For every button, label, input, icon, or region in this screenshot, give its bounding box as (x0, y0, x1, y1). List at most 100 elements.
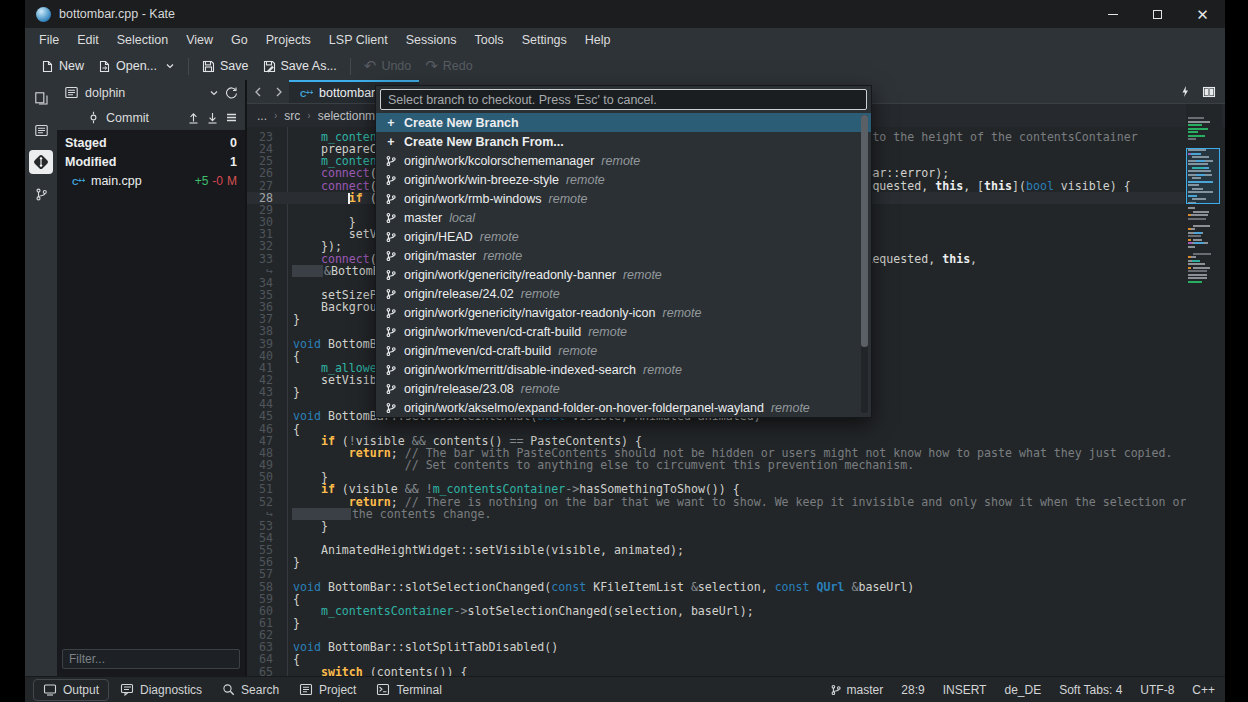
minimap-line (1188, 138, 1196, 140)
minimap-scrollbar[interactable] (1186, 104, 1222, 676)
save-button[interactable]: Save (195, 55, 256, 77)
cpp-file-icon: C++ (71, 174, 85, 188)
branch-item[interactable]: origin/work/merritt/disable-indexed-sear… (376, 360, 871, 379)
documents-panel-icon[interactable] (29, 86, 53, 110)
menu-lsp-client[interactable]: LSP Client (320, 30, 397, 50)
statusbar-project-button[interactable]: Project (290, 680, 365, 700)
branch-item[interactable]: origin/release/24.02remote (376, 284, 871, 303)
statusbar-output-button[interactable]: Output (33, 679, 109, 701)
close-button[interactable]: ✕ (1180, 0, 1225, 28)
breadcrumb-item[interactable]: ... (257, 109, 267, 123)
minimap-viewport[interactable] (1186, 148, 1220, 204)
filter-input[interactable]: Filter... (62, 649, 240, 669)
popup-scrollbar-thumb[interactable] (861, 115, 868, 347)
menu-selection[interactable]: Selection (108, 30, 177, 50)
branch-item[interactable]: origin/work/akselmo/expand-folder-on-hov… (376, 398, 871, 417)
statusbar-item[interactable]: 28:9 (901, 683, 924, 697)
maximize-icon (1153, 10, 1162, 19)
minimap-line (1194, 242, 1204, 244)
branch-item[interactable]: origin/release/23.08remote (376, 379, 871, 398)
branch-icon (385, 326, 397, 338)
menu-help[interactable]: Help (576, 30, 620, 50)
git-panel-icon[interactable] (29, 150, 53, 174)
statusbar-terminal-button[interactable]: Terminal (367, 680, 450, 700)
nav-back-icon[interactable] (247, 80, 268, 103)
file-new-icon (41, 60, 54, 73)
split-view-icon[interactable] (1202, 86, 1216, 98)
statusbar-search-button[interactable]: Search (213, 680, 288, 700)
branch-action-item[interactable]: +Create New Branch From... (376, 132, 871, 151)
branch-item[interactable]: origin/work/meven/cd-craft-buildremote (376, 322, 871, 341)
branch-item[interactable]: origin/HEADremote (376, 227, 871, 246)
symbols-panel-icon[interactable] (29, 118, 53, 142)
branch-item[interactable]: masterlocal (376, 208, 871, 227)
popup-scrollbar[interactable] (861, 115, 868, 413)
menu-settings[interactable]: Settings (513, 30, 576, 50)
commit-button[interactable]: Commit (106, 111, 149, 125)
save-as-button[interactable]: Save As... (256, 55, 344, 77)
branch-item[interactable]: origin/work/rmb-windowsremote (376, 189, 871, 208)
undo-button[interactable]: ↶Undo (357, 55, 418, 77)
git-project-name[interactable]: dolphin (85, 86, 125, 100)
branch-action-item[interactable]: +Create New Branch (376, 113, 871, 132)
menu-sessions[interactable]: Sessions (397, 30, 466, 50)
menu-view[interactable]: View (177, 30, 222, 50)
statusbar-diagnostics-button[interactable]: Diagnostics (111, 680, 211, 700)
minimap-line (1188, 270, 1207, 272)
modified-file-row[interactable]: C++ main.cpp +5 -0 M (57, 171, 245, 190)
branch-icon (385, 345, 397, 357)
statusbar-item[interactable]: Soft Tabs: 4 (1059, 683, 1122, 697)
lsp-action-icon[interactable] (1180, 85, 1190, 98)
menu-projects[interactable]: Projects (257, 30, 320, 50)
undo-icon: ↶ (364, 60, 377, 72)
git-panel: dolphin Commit Staged 0 Modified (57, 80, 245, 676)
chevron-down-icon[interactable] (209, 88, 219, 98)
minimize-button[interactable] (1090, 0, 1135, 28)
branch-item[interactable]: origin/work/genericity/readonly-bannerre… (376, 265, 871, 284)
diff-status: M (227, 174, 237, 188)
minimap-line (1193, 211, 1209, 213)
maximize-button[interactable] (1135, 0, 1180, 28)
menu-edit[interactable]: Edit (68, 30, 108, 50)
branch-icon (830, 684, 842, 696)
statusbar-branch[interactable]: master (830, 683, 884, 697)
statusbar-item[interactable]: C++ (1192, 683, 1215, 697)
branch-item[interactable]: origin/meven/cd-craft-buildremote (376, 341, 871, 360)
menu-go[interactable]: Go (222, 30, 257, 50)
new-button[interactable]: New (34, 55, 91, 77)
push-icon[interactable] (187, 111, 200, 124)
branch-item[interactable]: origin/work/… (376, 417, 871, 418)
code-line: switch (contents()) { (293, 666, 468, 676)
statusbar-item[interactable]: de_DE (1004, 683, 1041, 697)
branch-item[interactable]: origin/work/kcolorschememanagerremote (376, 151, 871, 170)
minimap-line (1188, 135, 1205, 137)
staged-count: 0 (230, 136, 237, 150)
staged-row[interactable]: Staged 0 (57, 133, 245, 152)
statusbar-item[interactable]: UTF-8 (1140, 683, 1174, 697)
redo-button[interactable]: ↷Redo (418, 55, 479, 77)
modified-row[interactable]: Modified 1 (57, 152, 245, 171)
line-number: 58 (247, 581, 273, 593)
refresh-icon[interactable] (225, 86, 238, 99)
toolbar-separator (188, 58, 189, 75)
statusbar-item[interactable]: INSERT (943, 683, 987, 697)
branch-search-input[interactable]: Select branch to checkout. Press 'Esc' t… (380, 89, 867, 110)
kate-app-icon (36, 7, 51, 22)
wrap-indent-marker (292, 265, 323, 277)
modified-file-name: main.cpp (91, 174, 142, 188)
menu-icon[interactable] (225, 111, 238, 124)
pull-icon[interactable] (206, 111, 219, 124)
minimap-line (1188, 239, 1191, 241)
branch-item[interactable]: origin/masterremote (376, 246, 871, 265)
branches-panel-icon[interactable] (29, 182, 53, 206)
breadcrumb-item[interactable]: src (284, 109, 300, 123)
menu-file[interactable]: File (30, 30, 68, 50)
staged-label: Staged (65, 136, 107, 150)
nav-forward-icon[interactable] (268, 80, 289, 103)
modified-label: Modified (65, 155, 116, 169)
menu-tools[interactable]: Tools (465, 30, 512, 50)
project-icon (299, 683, 313, 696)
open-button[interactable]: Open... (91, 55, 182, 77)
branch-item[interactable]: origin/work/win-breeze-styleremote (376, 170, 871, 189)
branch-item[interactable]: origin/work/genericity/navigator-readonl… (376, 303, 871, 322)
